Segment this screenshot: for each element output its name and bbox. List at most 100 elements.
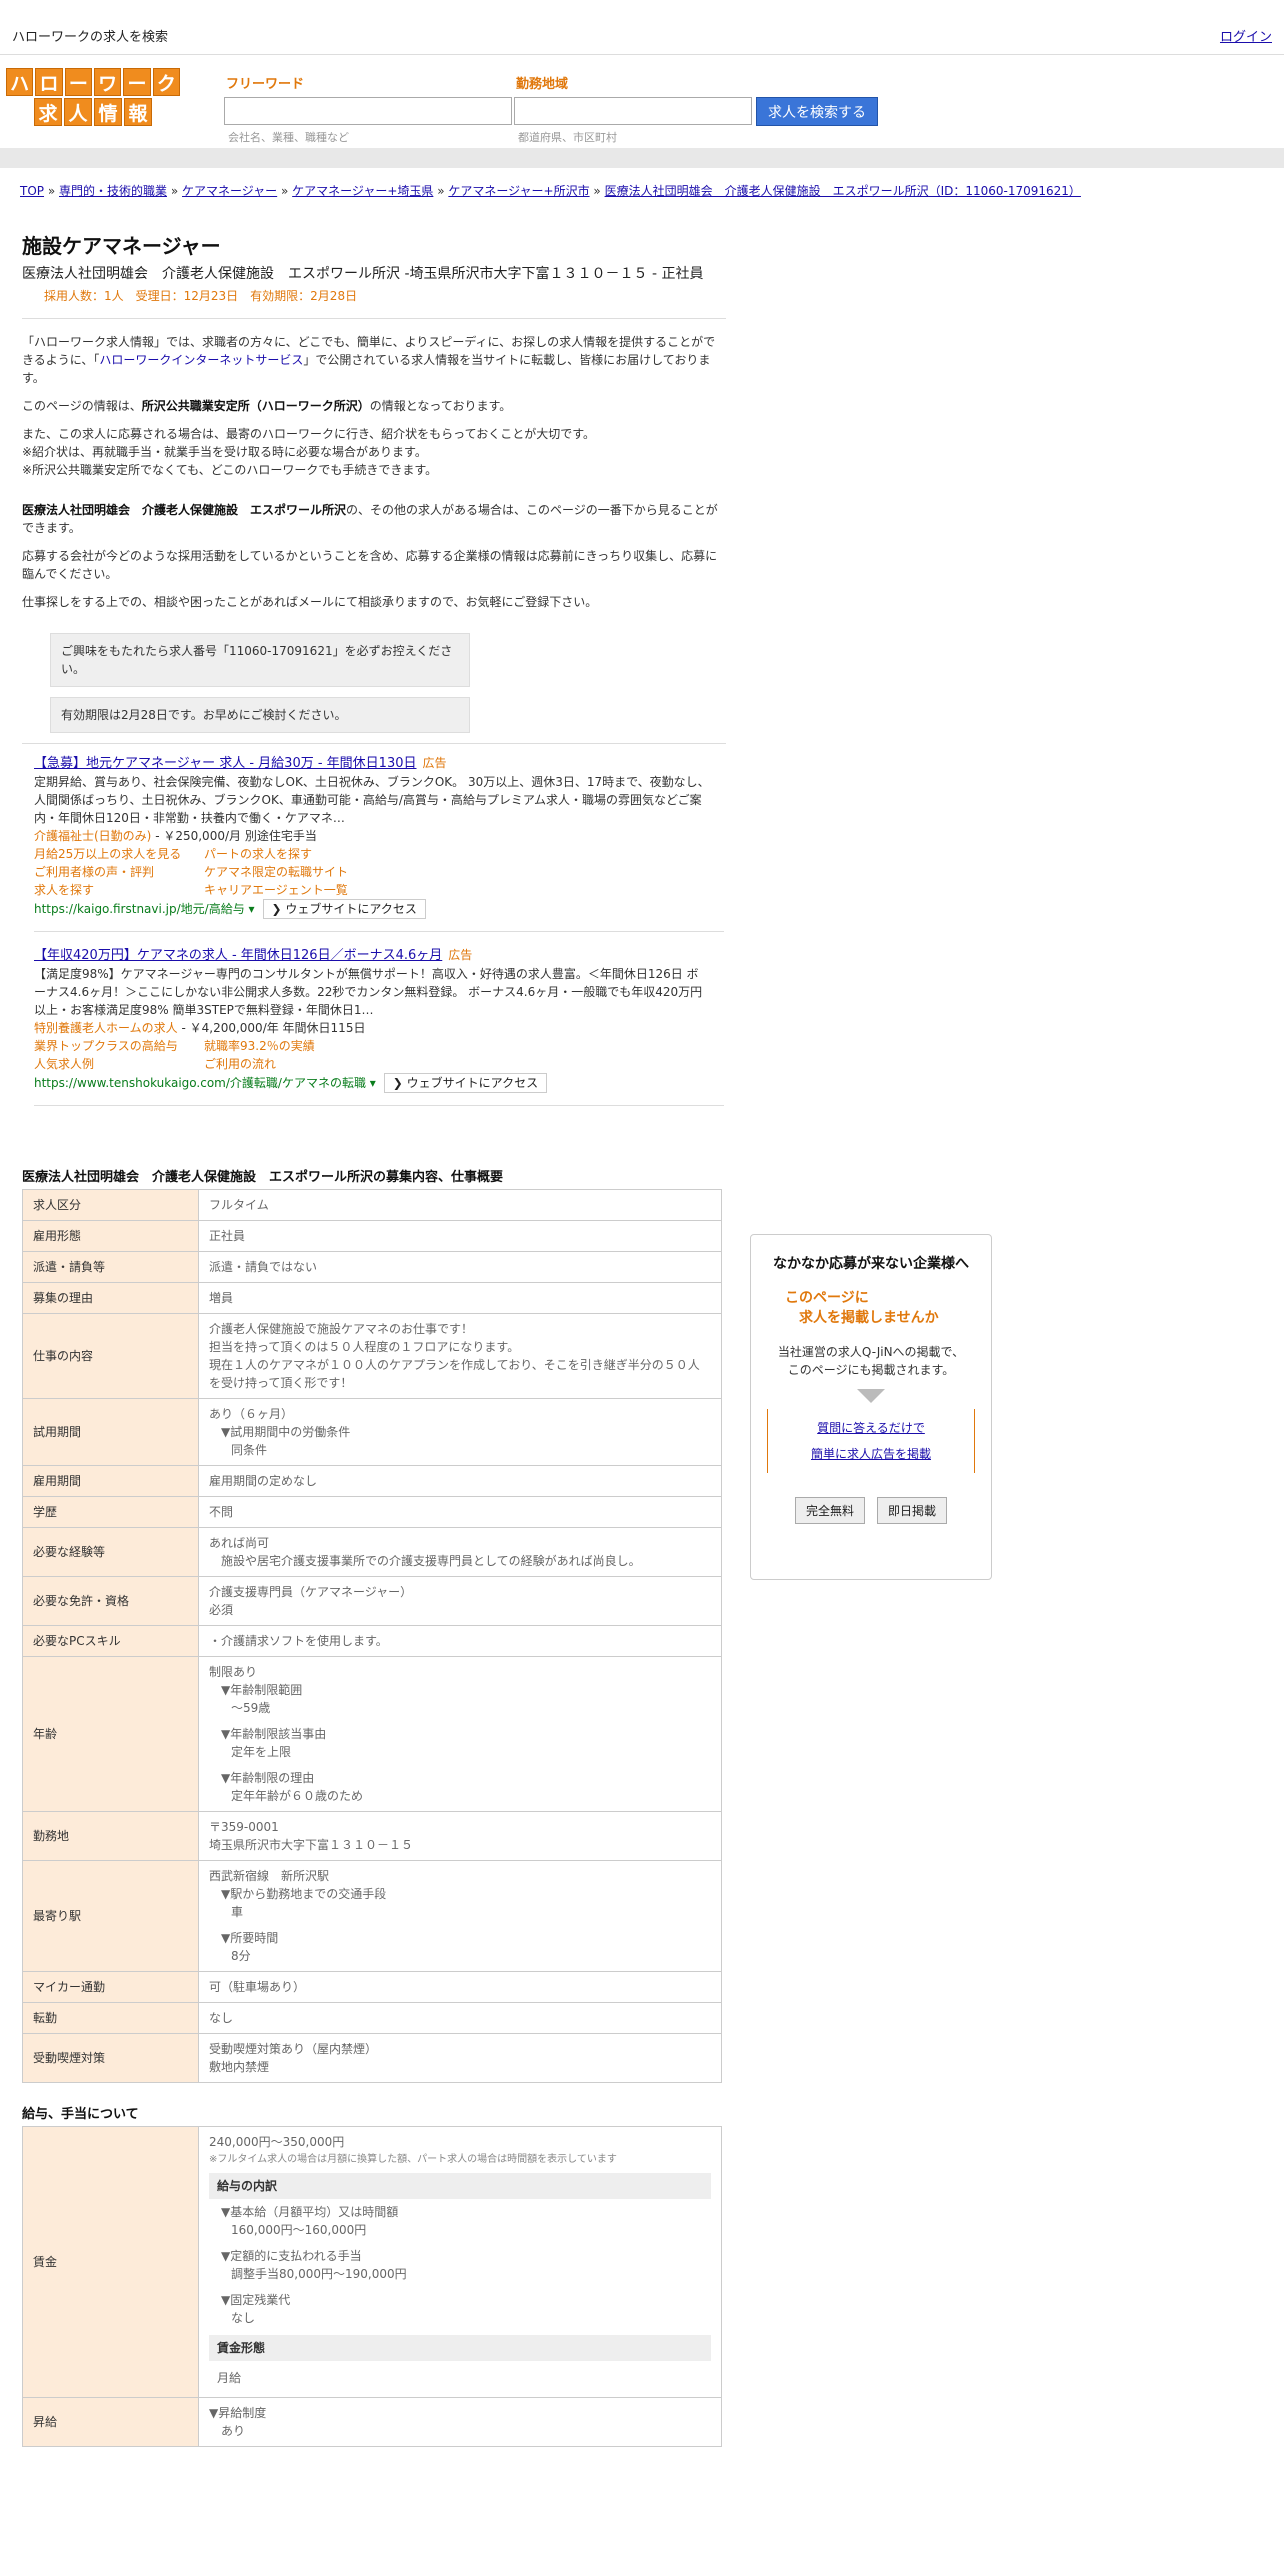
search-button[interactable]: 求人を検索する bbox=[756, 97, 878, 126]
logo-char: ー bbox=[64, 68, 92, 96]
row-key: 最寄り駅 bbox=[22, 1860, 199, 1972]
row-value-line: 敷地内禁煙 bbox=[209, 2060, 270, 2074]
ad-sitelink[interactable]: ケアマネ限定の転職サイト bbox=[204, 863, 404, 881]
ad-title-link[interactable]: 【急募】地元ケアマネージャー 求人 - 月給30万 - 年間休日130日 bbox=[34, 756, 417, 771]
ad-sitelink[interactable]: キャリアエージェント一覧 bbox=[204, 881, 404, 899]
table-row: 雇用形態 正社員 bbox=[22, 1220, 722, 1252]
row-value-line: 西武新宿線 新所沢駅 bbox=[209, 1869, 330, 1883]
consult-paragraph: 仕事探しをする上での、相談や困ったことがあればメールにて相談承りますので、お気軽… bbox=[22, 595, 598, 609]
detail-heading: 医療法人社団明雄会 介護老人保健施設 エスポワール所沢の募集内容、仕事概要 bbox=[22, 1170, 504, 1185]
row-key: 必要な免許・資格 bbox=[22, 1576, 199, 1626]
panel-link-post[interactable]: 簡単に求人広告を掲載 bbox=[811, 1447, 931, 1461]
row-value-line: 介護老人保健施設で施設ケアマネのお仕事です！ bbox=[209, 1322, 474, 1336]
hellowork-logo[interactable]: ハローワーク 求人情報 bbox=[6, 68, 180, 126]
breadcrumb-link[interactable]: 医療法人社団明雄会 介護老人保健施設 エスポワール所沢（ID：11060-170… bbox=[605, 184, 1081, 198]
row-value: 介護老人保健施設で施設ケアマネのお仕事です！ 担当を持って頂くのは５０人程度の１フ… bbox=[198, 1313, 722, 1399]
ad-title-line: 【急募】地元ケアマネージャー 求人 - 月給30万 - 年間休日130日 広告 bbox=[34, 754, 710, 773]
row-value-line: 定年を上限 bbox=[231, 1745, 292, 1759]
row-value: フルタイム bbox=[198, 1189, 722, 1221]
table-row: 転勤 なし bbox=[22, 2002, 722, 2034]
ad-title-link[interactable]: 【年収420万円】ケアマネの求人 - 年間休日126日／ボーナス4.6ヶ月 bbox=[34, 948, 442, 963]
referral-text: ※紹介状は、再就職手当・就業手当を受け取る時に必要な場合があります。 bbox=[22, 445, 427, 459]
panel-cta-line2: 求人を掲載しませんか bbox=[799, 1310, 939, 1326]
table-row: 年齢 制限あり ▼年齢制限範囲 〜59歳 ▼年齢制限該当事由 定年を上限 ▼年齢制限の理由定… bbox=[22, 1656, 722, 1812]
source-text: このページの情報は、 bbox=[22, 399, 142, 413]
login-link[interactable]: ログイン bbox=[1220, 26, 1272, 45]
ad-sitelink[interactable]: 人気求人例 bbox=[34, 1055, 204, 1073]
keyword-input[interactable] bbox=[224, 97, 512, 125]
referral-text: また、この求人に応募される場合は、最寄のハローワークに行き、紹介状をもらっておく… bbox=[22, 427, 596, 441]
table-row: 最寄り駅 西武新宿線 新所沢駅 ▼駅から勤務地までの交通手段車 ▼所要時間 8分 bbox=[22, 1860, 722, 1972]
row-value-line: フルタイム bbox=[209, 1198, 269, 1212]
salary-heading: 給与、手当について bbox=[22, 2107, 139, 2122]
panel-heading: なかなか応募が来ない企業様へ bbox=[773, 1256, 969, 1272]
divider bbox=[34, 931, 724, 932]
row-key: 仕事の内容 bbox=[22, 1313, 199, 1399]
raise-value: あり bbox=[221, 2424, 246, 2438]
overtime-label: ▼固定残業代 bbox=[221, 2293, 291, 2307]
table-row: 派遣・請負等 派遣・請負ではない bbox=[22, 1251, 722, 1283]
ad-title-line: 【年収420万円】ケアマネの求人 - 年間休日126日／ボーナス4.6ヶ月 広告 bbox=[34, 946, 710, 965]
breadcrumb: TOP » 専門的・技術的職業 » ケアマネージャー » ケアマネージャー+埼玉… bbox=[20, 182, 1081, 199]
panel-body-text: 当社運営の求人Q-JiNへの掲載で、 bbox=[777, 1345, 965, 1359]
ad-sitelink[interactable]: ご利用者様の声・評判 bbox=[34, 863, 204, 881]
ad-sitelink[interactable]: 求人を探す bbox=[34, 881, 204, 899]
ad-sub-link[interactable]: 介護福祉士(日勤のみ) bbox=[34, 829, 151, 843]
source-paragraph: このページの情報は、所沢公共職業安定所（ハローワーク所沢）の情報となっております… bbox=[22, 397, 726, 415]
row-value-line: 担当を持って頂くのは５０人程度の１フロアになります。 bbox=[209, 1340, 520, 1354]
row-key: 勤務地 bbox=[22, 1811, 199, 1861]
row-value: 240,000円〜350,000円 ※フルタイム求人の場合は月額に換算した額、パ… bbox=[198, 2126, 722, 2398]
table-row: 必要な免許・資格 介護支援専門員（ケアマネージャー） 必須 bbox=[22, 1576, 722, 1626]
row-value-line: 制限あり bbox=[209, 1665, 258, 1679]
ad-sitelink[interactable]: 就職率93.2％の実績 bbox=[204, 1037, 404, 1055]
ad-sitelink-main: 介護福祉士(日勤のみ) - ￥250,000/月 別途住宅手当 bbox=[34, 827, 710, 845]
row-value: 受動喫煙対策あり（屋内禁煙） 敷地内禁煙 bbox=[198, 2033, 722, 2083]
wage-range: 240,000円〜350,000円 bbox=[209, 2135, 345, 2149]
ad-url[interactable]: https://kaigo.firstnavi.jp/地元/高給与 ▾ bbox=[34, 902, 255, 916]
ad-sitelink[interactable]: パートの求人を探す bbox=[204, 845, 404, 863]
area-placeholder: 都道府県、市区町村 bbox=[518, 131, 617, 144]
ad-sitelink[interactable]: 月給25万以上の求人を見る bbox=[34, 845, 204, 863]
table-row: 受動喫煙対策 受動喫煙対策あり（屋内禁煙） 敷地内禁煙 bbox=[22, 2033, 722, 2083]
breadcrumb-link[interactable]: TOP bbox=[20, 184, 44, 198]
main-content: 施設ケアマネージャー 医療法人社団明雄会 介護老人保健施設 エスポワール所沢 -… bbox=[22, 230, 726, 2447]
ad-sitelink[interactable]: 業界トップクラスの高給与 bbox=[34, 1037, 204, 1055]
panel-link-questions[interactable]: 質問に答えるだけで bbox=[817, 1421, 925, 1435]
row-value-line: 必須 bbox=[209, 1603, 234, 1617]
visit-website-button[interactable]: ❯ ウェブサイトにアクセス bbox=[383, 1073, 548, 1093]
ad-sub-link[interactable]: 特別養護老人ホームの求人 bbox=[34, 1021, 178, 1035]
divider bbox=[22, 743, 726, 744]
row-value: 雇用期間の定めなし bbox=[198, 1465, 722, 1497]
breadcrumb-link[interactable]: ケアマネージャー bbox=[182, 184, 277, 198]
row-key: 学歴 bbox=[22, 1496, 199, 1528]
same-day-badge[interactable]: 即日掲載 bbox=[877, 1497, 948, 1524]
area-input[interactable] bbox=[514, 97, 752, 125]
free-badge[interactable]: 完全無料 bbox=[794, 1497, 865, 1524]
breadcrumb-link[interactable]: ケアマネージャー+埼玉県 bbox=[292, 184, 433, 198]
top-bar: ハローワークの求人を検索 ログイン bbox=[0, 0, 1284, 55]
wage-form-value: 月給 bbox=[217, 2371, 242, 2385]
row-value-line: なし bbox=[209, 2011, 234, 2025]
table-row: 必要なPCスキル ・介護請求ソフトを使用します。 bbox=[22, 1625, 722, 1657]
breadcrumb-link[interactable]: 専門的・技術的職業 bbox=[59, 184, 167, 198]
panel-link-box: 質問に答えるだけで 簡単に求人広告を掲載 bbox=[767, 1409, 975, 1473]
visit-website-button[interactable]: ❯ ウェブサイトにアクセス bbox=[262, 899, 426, 919]
breadcrumb-link[interactable]: ケアマネージャー+所沢市 bbox=[448, 184, 589, 198]
ad-sitelink[interactable]: ご利用の流れ bbox=[204, 1055, 404, 1073]
row-value: ▼昇給制度 あり bbox=[198, 2397, 722, 2447]
wage-form-heading: 賃金形態 bbox=[209, 2335, 711, 2361]
logo-char: 求 bbox=[34, 98, 62, 126]
arrow-down-icon bbox=[857, 1389, 885, 1403]
ad-url[interactable]: https://www.tenshokukaigo.com/介護転職/ケアマネの… bbox=[34, 1076, 376, 1090]
row-value-line: 8分 bbox=[231, 1949, 251, 1963]
row-value-line: あり（６ヶ月） bbox=[209, 1407, 294, 1421]
row-key: 昇給 bbox=[22, 2397, 199, 2447]
hellowork-internet-link[interactable]: ハローワークインターネットサービス bbox=[99, 353, 303, 367]
row-key: 募集の理由 bbox=[22, 1282, 199, 1314]
ad-sitelinks: 月給25万以上の求人を見る パートの求人を探す ご利用者様の声・評判 ケアマネ限定の転… bbox=[34, 845, 710, 899]
table-row: 求人区分 フルタイム bbox=[22, 1189, 722, 1221]
row-value: あり（６ヶ月） ▼試用期間中の労働条件 同条件 bbox=[198, 1398, 722, 1466]
panel-cta-line1: このページに bbox=[785, 1290, 869, 1306]
keyword-placeholder: 会社名、業種、職種など bbox=[228, 131, 349, 144]
